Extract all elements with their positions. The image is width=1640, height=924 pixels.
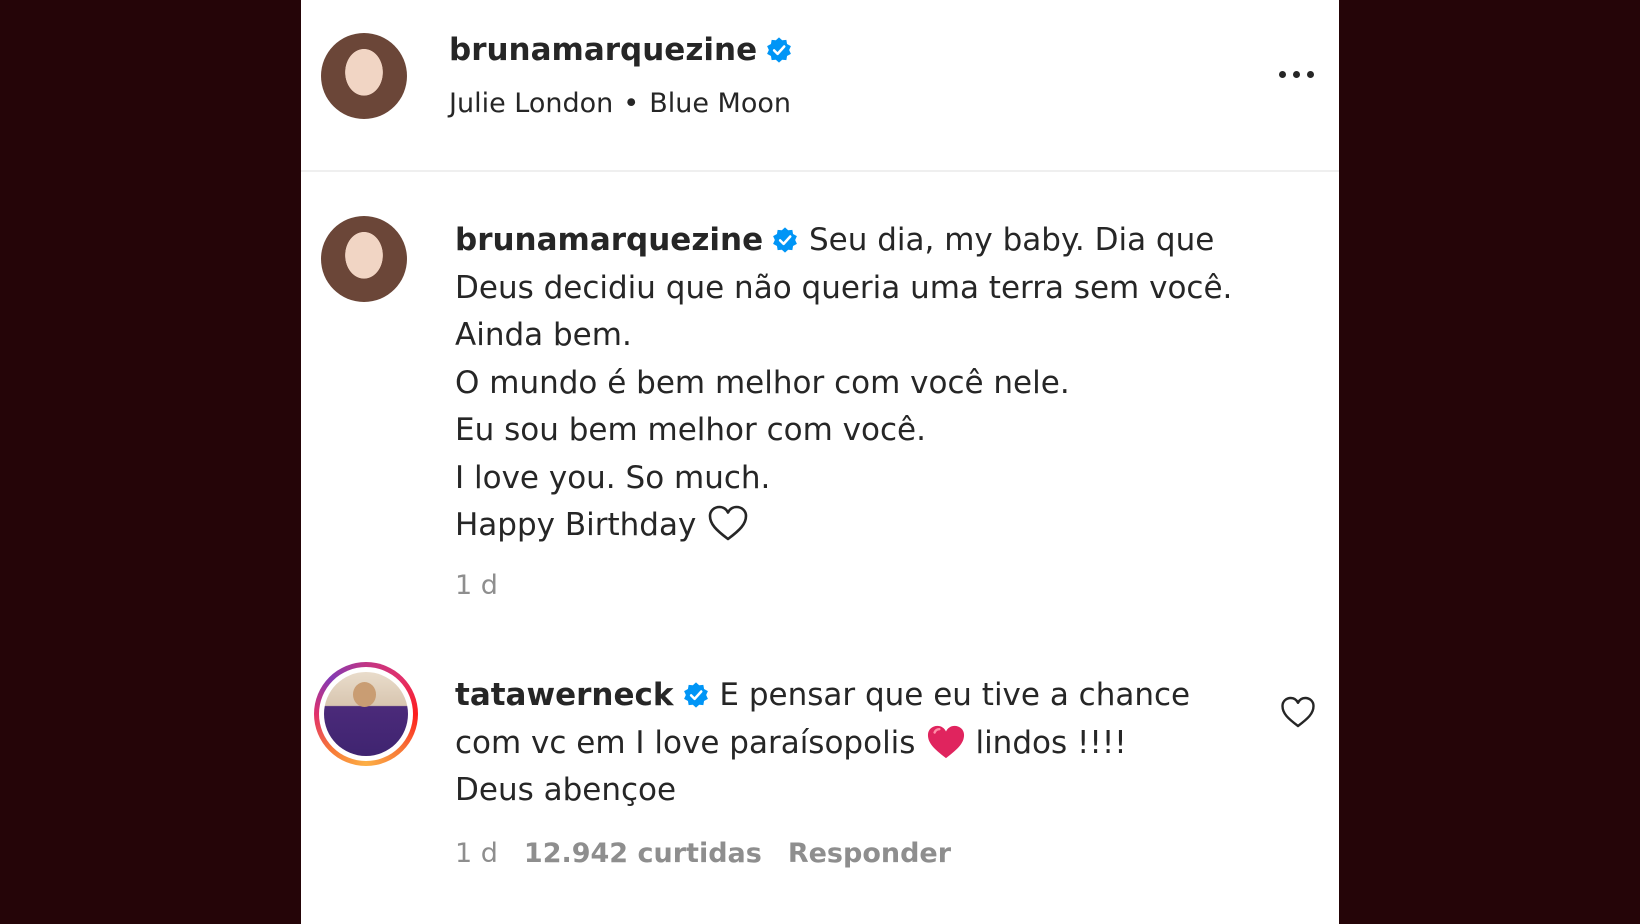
author-username[interactable]: brunamarquezine — [449, 32, 757, 68]
comment-timestamp: 1 d — [455, 838, 498, 869]
heart-outline-icon — [709, 505, 748, 541]
post-header: brunamarquezine Julie London • Blue Moon — [301, 0, 1339, 170]
commenter-username[interactable]: tatawerneck — [455, 677, 674, 713]
more-options-icon[interactable] — [1273, 62, 1319, 86]
caption-line-5: Eu sou bem melhor com você. — [455, 412, 926, 448]
like-heart-icon[interactable] — [1279, 694, 1317, 730]
comment-line-1: tatawerneck E pensar que eu tive a chanc… — [455, 672, 1255, 720]
caption-username[interactable]: brunamarquezine — [455, 222, 763, 258]
commenter-avatar[interactable] — [324, 672, 408, 756]
caption-line-2: Deus decidiu que não queria uma terra se… — [455, 269, 1233, 306]
audio-separator: • — [623, 88, 640, 119]
comment-line-3: Deus abençoe — [455, 772, 677, 808]
caption-avatar[interactable] — [321, 216, 407, 302]
verified-badge-icon — [767, 37, 791, 63]
caption-line-text: Seu dia, my baby. Dia que — [808, 222, 1215, 258]
verified-badge-icon — [773, 227, 797, 253]
comment-line-text: lindos !!!! — [975, 724, 1127, 761]
audio-info[interactable]: Julie London • Blue Moon — [449, 86, 791, 122]
caption-line-text: Happy Birthday — [455, 507, 697, 543]
reply-button[interactable]: Responder — [788, 838, 951, 869]
caption-line-7: Happy Birthday — [455, 502, 1295, 550]
comment-line-text: com vc em I love paraísopolis — [455, 724, 916, 761]
caption-text: brunamarquezine Seu dia, my baby. Dia qu… — [455, 217, 1295, 550]
post-panel: brunamarquezine Julie London • Blue Moon b… — [301, 0, 1339, 924]
audio-artist: Julie London — [449, 88, 614, 119]
header-divider — [301, 170, 1339, 172]
author-username-row: brunamarquezine — [449, 30, 793, 70]
audio-title: Blue Moon — [649, 88, 791, 119]
story-ring[interactable] — [314, 662, 418, 766]
comment-text: tatawerneck E pensar que eu tive a chanc… — [455, 672, 1255, 815]
caption-line-3: Ainda bem. — [455, 317, 632, 353]
comment-line-2: com vc em I love paraísopolis lindos !!!! — [455, 720, 1255, 768]
comment-line-text: E pensar que eu tive a chance — [719, 677, 1191, 713]
author-avatar[interactable] — [321, 33, 407, 119]
caption-timestamp: 1 d — [455, 570, 498, 601]
comment-likes[interactable]: 12.942 curtidas — [524, 838, 762, 869]
caption-line-4: O mundo é bem melhor com você nele. — [455, 364, 1070, 401]
caption-line-6: I love you. So much. — [455, 459, 771, 496]
red-heart-emoji-icon — [928, 725, 965, 758]
comment-meta: 1 d 12.942 curtidas Responder — [455, 838, 977, 869]
verified-badge-icon — [683, 682, 708, 708]
caption-line-1: brunamarquezine Seu dia, my baby. Dia qu… — [455, 217, 1295, 265]
